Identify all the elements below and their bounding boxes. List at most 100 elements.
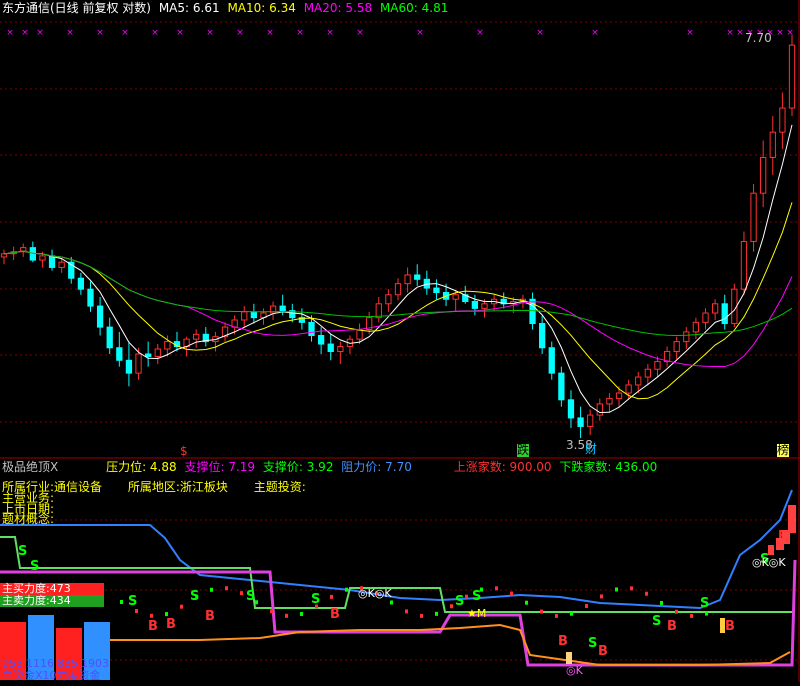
signal-marker-7: S: [246, 589, 255, 604]
top-x-marker-6: ×: [151, 28, 159, 38]
signal-marker-12: B: [558, 634, 568, 649]
stock-title: 东方通信(日线 前复权 对数): [2, 1, 151, 15]
candle-body-73: [702, 312, 709, 323]
top-x-marker-16: ×: [536, 28, 544, 38]
dollar-marker: $: [180, 444, 188, 458]
flow-tick-18: [390, 600, 393, 605]
candle-body-26: [250, 311, 257, 319]
flow-tick-23: [465, 594, 468, 599]
flow-tick-32: [600, 594, 603, 599]
signal-marker-8: S: [311, 592, 320, 607]
die-marker: 跌: [517, 443, 530, 457]
candle-body-42: [404, 274, 411, 285]
bang-marker: 榜: [777, 443, 790, 457]
flow-tick-38: [690, 613, 693, 618]
yellow-col: [720, 618, 725, 633]
candle-body-82: [788, 44, 796, 109]
candle-body-49: [471, 301, 479, 309]
top-x-marker-10: ×: [266, 28, 274, 38]
flow-tick-27: [525, 600, 528, 605]
signal-marker-11: S: [472, 589, 481, 604]
theme-info: 主题投资:: [253, 480, 306, 494]
ma5-value: MA5: 6.61: [158, 1, 220, 15]
candle-body-14: [135, 353, 142, 374]
right-col-2: [788, 505, 796, 533]
candle-body-65: [625, 384, 632, 394]
flow-tick-30: [570, 611, 573, 616]
stock-chart-svg[interactable]: × × × × × × × × × × × × × × × × × × × × × × × × × ×SSSB BSBS SBS SB S…: [0, 0, 800, 682]
flow-tick-0: [120, 600, 123, 604]
candle-body-77: [740, 241, 748, 290]
flow-tick-11: [285, 613, 288, 618]
flow-tick-39: [705, 611, 708, 616]
star-m-marker: ★M: [467, 607, 487, 620]
signal-marker-2: S: [128, 594, 137, 609]
flow-tick-28: [540, 609, 543, 614]
flow-tick-20: [420, 613, 423, 618]
top-x-marker-19: ×: [726, 28, 734, 38]
flow-tick-8: [240, 591, 243, 596]
candle-body-4: [39, 255, 46, 261]
candle-body-6: [58, 261, 65, 268]
signal-marker-0: S: [18, 544, 27, 559]
candle-body-29: [279, 305, 286, 312]
candle-body-40: [385, 294, 392, 305]
candle-body-81: [779, 107, 786, 133]
price-header: 东方通信(日线 前复权 对数) MA5: 6.61 MA10: 6.34 MA2…: [2, 1, 452, 15]
flow-tick-33: [615, 587, 618, 592]
top-x-marker-18: ×: [686, 28, 694, 38]
candle-body-33: [317, 335, 325, 345]
top-x-marker-17: ×: [591, 28, 599, 38]
bottom-footer: 主资金X10力度资金: [2, 669, 101, 682]
up-count: 上涨家数: 900.00: [453, 460, 552, 474]
signal-marker-6: B: [205, 609, 215, 624]
high-price-label: 7.70: [745, 31, 772, 45]
flow-tick-26: [510, 591, 513, 596]
flow-tick-21: [435, 611, 438, 616]
candle-body-64: [615, 392, 623, 399]
top-x-marker-9: ×: [236, 28, 244, 38]
ok-marker-2: ◎K◎K: [752, 556, 786, 569]
candle-body-32: [308, 321, 315, 337]
cai-marker: 财: [585, 442, 598, 456]
candle-body-45: [433, 287, 440, 294]
green-step-line: [0, 536, 792, 613]
candle-body-59: [567, 399, 575, 419]
flow-tick-6: [210, 587, 213, 592]
candle-body-79: [760, 156, 767, 194]
candle-body-72: [692, 321, 700, 333]
top-x-marker-1: ×: [21, 28, 29, 38]
signal-marker-15: S: [652, 614, 661, 629]
signal-marker-5: S: [190, 589, 199, 604]
top-x-marker-3: ×: [66, 28, 74, 38]
flow-tick-35: [645, 591, 648, 596]
candle-body-11: [106, 326, 113, 349]
candle-body-17: [164, 341, 171, 350]
ok-marker-3: ◎K: [566, 664, 583, 677]
candle-body-70: [673, 341, 680, 352]
signal-marker-13: S: [588, 636, 597, 651]
candle-body-57: [548, 347, 555, 374]
candle-body-41: [394, 283, 402, 296]
flow-tick-37: [675, 609, 678, 614]
indicator-header: 极品绝顶X 压力位: 4.88 支撑位: 7.19 支撑价: 3.92 阻力价:…: [2, 460, 661, 474]
flow-tick-19: [405, 609, 408, 614]
candle-body-5: [48, 255, 56, 268]
chart-stage[interactable]: × × × × × × × × × × × × × × × × × × × × × × × × × × S S S B B S B S S B S S B S…: [0, 0, 800, 682]
top-x-marker-14: ×: [416, 28, 424, 38]
flow-tick-3: [165, 612, 168, 617]
flow-tick-15: [345, 587, 348, 592]
top-x-marker-0: ×: [6, 28, 14, 38]
signal-marker-17: S: [700, 596, 709, 611]
signal-marker-18: B: [725, 619, 735, 634]
flow-tick-22: [450, 604, 453, 609]
candle-body-43: [414, 274, 421, 280]
candle-body-63: [606, 397, 613, 405]
signal-marker-10: S: [455, 594, 464, 609]
sell-strength-bar: 主卖力度:434: [0, 595, 104, 607]
ma10-line: [3, 202, 793, 400]
candle-body-25: [241, 311, 248, 321]
candle-body-61: [587, 414, 594, 427]
candle-body-15: [145, 353, 152, 358]
candle-body-80: [769, 131, 776, 158]
